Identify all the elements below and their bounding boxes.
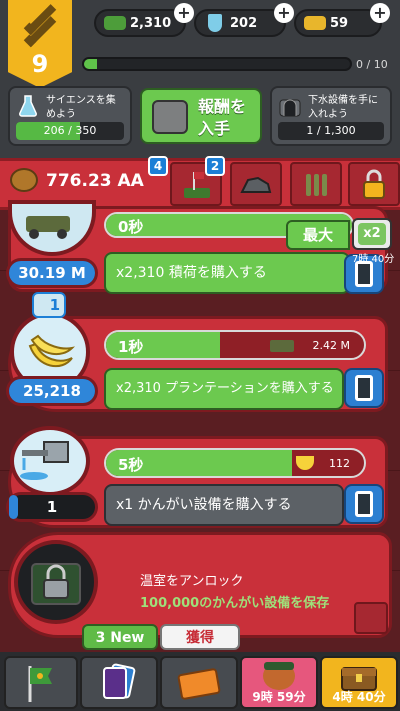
owned-count-text: 1 [46,498,58,516]
add-science-plus-icon[interactable]: + [274,3,294,23]
cash-icon [104,16,126,30]
safe-icon [152,100,188,134]
gold-bar-icon [304,16,326,30]
cash-register-icon [354,602,388,634]
science-resource[interactable]: 202 + [194,3,294,37]
production-value: 112 [329,457,350,470]
card-icon [355,491,373,517]
production-time: 1秒 [118,338,144,356]
money-total: 776.23 AA [46,171,144,191]
buy-cargo-button[interactable]: x2,310 積荷を購入する [104,252,350,294]
cards-icon [103,663,136,699]
owned-count: 25,218 [6,376,98,406]
xp-progress-text: 0 / 10 [356,58,388,71]
new-cards-tag: 3 New [82,624,158,650]
production-time: 0秒 [118,218,144,236]
add-cash-plus-icon[interactable]: + [174,3,194,23]
quest-progress-text: 206 / 350 [43,124,97,137]
leader-timer: 9時 59分 [252,690,306,704]
nav-earn-button[interactable] [160,656,238,709]
nav-leader-button[interactable]: 9時 59分 [240,656,318,709]
cash-value: 2,310 [130,15,172,31]
rock-icon [240,176,272,193]
flag-icon [28,666,52,702]
chest-timer: 4時 40分 [332,690,386,704]
science-value: 202 [230,15,258,31]
quest-sewer[interactable]: 下水設備を手に 入れよう 1 / 1,300 [270,86,392,146]
locked-greenhouse-icon [14,540,98,624]
multiplier-toggle[interactable]: x2 [352,218,392,250]
xp-progress-fill [84,59,98,69]
buy-irrigation-button[interactable]: x1 かんがい設備を購入する [104,484,344,526]
quest-title: サイエンスを集 めよう [46,95,116,120]
quest-progress-bar: 206 / 350 [16,122,124,140]
production-time: 5秒 [118,456,144,474]
boost-slot-locked[interactable] [348,162,400,206]
boost-count-badge: 4 [148,156,168,176]
quest-title: 下水設備を手に 入れよう [308,95,378,120]
boost-slot-rocks[interactable] [230,162,282,206]
gold-value: 59 [330,15,349,31]
rank-number: 9 [31,50,49,78]
cash-resource[interactable]: 2,310 + [94,3,194,37]
nav-chest-button[interactable]: 4時 40分 [320,656,398,709]
claim-reward-label: 報酬を 入手 [198,97,247,138]
production-bar: 1秒 2.42 M [104,330,366,360]
owned-count-text: 30.19 M [18,264,86,282]
unlock-title: 温室をアンロック [140,574,244,589]
claim-reward-button[interactable]: 報酬を 入手 [140,88,262,144]
boost-count-badge: 2 [205,156,225,176]
upgrade-card-button[interactable] [344,484,384,524]
production-value: 2.42 M [312,339,350,352]
owned-count: 30.19 M [6,258,98,288]
owned-count: 1 [6,492,98,522]
buy-plantation-button[interactable]: x2,310 プランテーションを購入する [104,368,344,410]
nav-flag-button[interactable] [4,656,78,709]
flask-icon [208,14,222,32]
flask-icon [16,94,40,118]
unlock-requirement: 100,000のかんがい設備を保存 [140,596,330,611]
quest-progress-text: 1 / 1,300 [306,124,356,137]
buy-max-button[interactable]: 最大 [286,220,350,250]
gold-resource[interactable]: 59 + [294,3,390,37]
rank-badge[interactable]: 9 [8,0,72,88]
science-level-badge: 1 [32,292,66,318]
tank-icon [270,340,294,352]
quest-science[interactable]: サイエンスを集 めよう 206 / 350 [8,86,132,146]
card-icon [355,375,373,401]
sewer-icon [278,94,302,118]
add-gold-plus-icon[interactable]: + [370,3,390,23]
upgrade-card-button[interactable] [344,368,384,408]
banana-small-icon [296,456,314,470]
nav-cards-button[interactable] [80,656,158,709]
earn-tag: 獲得 [160,624,240,650]
potato-icon [10,168,38,192]
ticket-icon [177,668,221,700]
padlock-icon [363,169,385,199]
quest-progress-bar: 1 / 1,300 [278,122,384,140]
science-level-text: 1 [49,296,60,314]
owned-count-text: 25,218 [23,382,81,400]
boost-slot-ammo[interactable] [290,162,342,206]
multiplier-timer: 7時 40分 [352,254,395,265]
ammo-icon [306,174,327,196]
multiplier-label: x2 [358,223,386,245]
irrigation-icon[interactable] [10,426,90,496]
xp-progress-bar [82,57,352,71]
production-bar: 5秒 112 [104,448,366,478]
